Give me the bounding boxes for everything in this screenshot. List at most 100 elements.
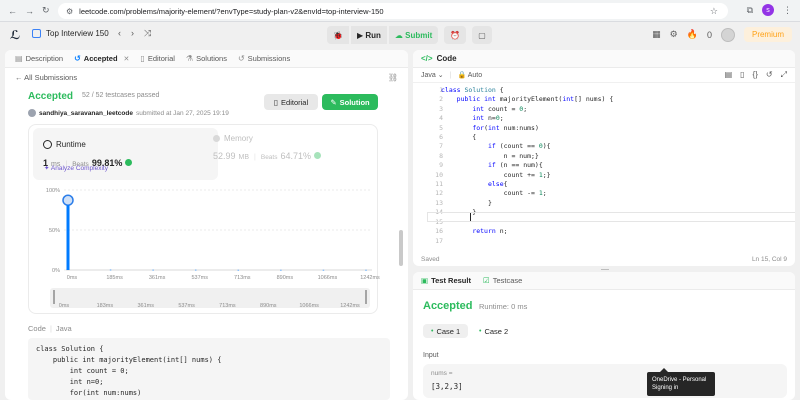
case-label: Case 2 — [484, 326, 509, 336]
bookmark-star-icon[interactable]: ☆ — [710, 6, 718, 17]
braces-format-icon[interactable]: {} — [753, 70, 758, 80]
range-slider-track[interactable] — [50, 288, 370, 308]
document-icon: ▤ — [15, 54, 23, 63]
url-text: leetcode.com/problems/majority-element/?… — [79, 6, 384, 16]
fullscreen-icon[interactable]: ⤢ — [781, 70, 787, 80]
test-status: Accepted — [423, 300, 473, 312]
case-2-tab[interactable]: • Case 2 — [471, 324, 516, 338]
bookmark-icon[interactable]: ▯ — [740, 70, 744, 80]
reset-icon[interactable]: ↺ — [766, 70, 773, 80]
onedrive-tooltip: OneDrive - Personal Signing in — [647, 372, 715, 396]
separator: | — [449, 71, 452, 79]
submit-button[interactable]: ☁ Submit — [388, 26, 439, 44]
settings-gear-icon[interactable]: ⚙ — [670, 29, 678, 40]
problem-nav: ‹ › ⤨ — [118, 28, 151, 39]
tab-submissions[interactable]: ↺ Submissions — [238, 54, 290, 63]
history-icon: ↺ — [74, 54, 81, 63]
edit-icon: ✎ — [330, 97, 337, 107]
runtime-title: Runtime — [43, 140, 86, 149]
profile-avatar[interactable]: s — [762, 4, 774, 16]
note-icon: ▢ — [478, 30, 486, 40]
solution-label: Solution — [339, 97, 370, 107]
input-box: nums = [3,2,3] — [423, 364, 787, 398]
submitted-code-block: class Solution { public int majorityElem… — [28, 338, 390, 400]
memory-value: 52.99 — [213, 151, 236, 161]
test-runtime: Runtime: 0 ms — [479, 302, 528, 311]
tab-accepted[interactable]: ↺ Accepted ✕ — [74, 54, 129, 63]
language-select[interactable]: Java ⌄ — [421, 71, 444, 79]
debug-button[interactable]: 🐞 — [327, 26, 349, 44]
memory-unit: MB — [238, 154, 250, 161]
book-icon: ▯ — [140, 54, 145, 63]
extensions-icon[interactable]: ⧉ — [747, 5, 753, 16]
grip-icon — [601, 269, 609, 270]
run-submit-group: 🐞 ▶ Run ☁ Submit ⏰ ▢ — [327, 26, 492, 44]
browser-nav: ← → ↻ — [0, 5, 56, 16]
beats-badge-icon — [314, 152, 322, 159]
mode-select[interactable]: 🔒 Auto — [457, 71, 482, 79]
tooltip-line-1: OneDrive - Personal — [652, 377, 707, 383]
editorial-label: Editorial — [281, 97, 309, 107]
code-panel-title: Code — [436, 54, 457, 63]
username[interactable]: sandhiya_saravanan_leetcode — [39, 110, 133, 117]
book-icon: ▯ — [273, 97, 279, 107]
beats-badge-icon — [125, 159, 133, 166]
input-var-name: nums = — [431, 370, 453, 377]
memory-title[interactable]: Memory — [213, 134, 253, 143]
back-arrow-icon[interactable]: ← — [8, 6, 17, 16]
note-icon[interactable]: ▤ — [725, 70, 733, 80]
run-button[interactable]: ▶ Run — [350, 26, 387, 44]
share-link-icon[interactable]: ⛓ — [388, 73, 398, 82]
case-1-tab[interactable]: • Case 1 — [423, 324, 469, 338]
tab-description[interactable]: ▤ Description — [15, 54, 63, 63]
reload-icon[interactable]: ↻ — [42, 5, 50, 16]
layout-icon[interactable]: ▦ — [652, 29, 661, 40]
memory-values: 52.99 MB | Beats 64.71% — [213, 151, 322, 161]
list-icon — [32, 29, 41, 38]
memory-chip-icon — [213, 135, 220, 142]
input-label: Input — [423, 352, 439, 359]
post-solution-button[interactable]: ✎ Solution — [322, 94, 378, 110]
tab-test-result[interactable]: ▣ Test Result — [421, 276, 471, 285]
fire-icon[interactable]: 🔥 — [687, 29, 698, 40]
current-line-highlight — [427, 212, 795, 222]
code-line: int n=0; — [36, 378, 104, 386]
user-avatar-small — [28, 109, 36, 117]
test-tabbar: ▣ Test Result ☑ Testcase — [413, 272, 795, 290]
next-problem-icon[interactable]: › — [131, 28, 134, 39]
submitted-time: submitted at Jan 27, 2025 19:19 — [135, 109, 229, 117]
problem-list-button[interactable]: Top Interview 150 — [32, 29, 109, 38]
user-avatar[interactable] — [720, 27, 735, 42]
all-submissions-link[interactable]: ← All Submissions — [15, 73, 77, 82]
close-tab-icon[interactable]: ✕ — [124, 55, 130, 63]
forward-arrow-icon[interactable]: → — [25, 6, 34, 16]
prev-problem-icon[interactable]: ‹ — [118, 28, 121, 39]
analyze-complexity-link[interactable]: ✦ Analyze Complexity — [44, 164, 108, 172]
premium-button[interactable]: Premium — [743, 27, 792, 42]
runtime-box[interactable]: Runtime 1 ms | Beats 99.81% — [33, 128, 218, 180]
notes-button[interactable]: ▢ — [472, 26, 492, 44]
code-title: Code — [28, 324, 46, 333]
menu-dots-icon[interactable]: ⋮ — [783, 5, 792, 16]
address-bar[interactable]: ⚙ leetcode.com/problems/majority-element… — [58, 3, 728, 19]
tab-label: Editorial — [147, 54, 175, 63]
code-panel-header: </> Code — [413, 50, 795, 68]
editorial-button[interactable]: ▯ Editorial — [264, 94, 318, 110]
analyze-label: Analyze Complexity — [50, 165, 108, 172]
code-editor[interactable]: 1 2 3 4 5 6 7 8 9 10 11 12 13 14 15 16 1… — [413, 84, 795, 254]
left-scrollbar[interactable] — [399, 230, 403, 266]
back-link-label: All Submissions — [24, 73, 78, 82]
alarm-icon: ⏰ — [450, 30, 461, 40]
tab-testcase[interactable]: ☑ Testcase — [483, 276, 522, 285]
shuffle-icon[interactable]: ⤨ — [144, 28, 151, 39]
leetcode-logo-icon[interactable]: ℒ — [10, 28, 22, 42]
tab-editorial[interactable]: ▯ Editorial — [140, 54, 175, 63]
cloud-upload-icon: ☁ — [394, 30, 406, 40]
timer-button[interactable]: ⏰ — [444, 26, 467, 44]
language-value: Java — [421, 72, 436, 79]
play-icon: ▶ — [356, 30, 366, 40]
tab-solutions[interactable]: ⚗ Solutions — [186, 54, 227, 63]
site-info-icon[interactable]: ⚙ — [66, 7, 73, 16]
testcases-passed: 52 / 52 testcases passed — [82, 92, 160, 99]
saved-status: Saved — [421, 255, 440, 263]
